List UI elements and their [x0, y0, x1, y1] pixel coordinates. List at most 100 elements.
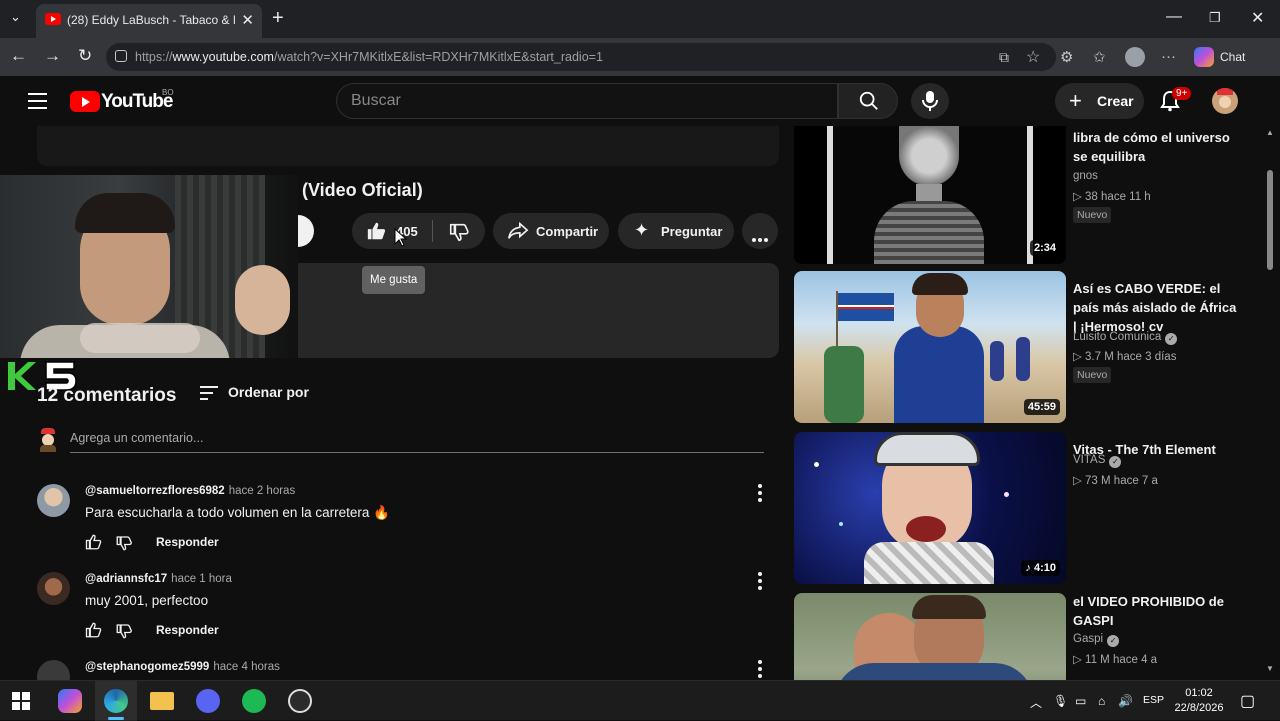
top-panel: [37, 126, 779, 166]
tab-close-icon[interactable]: ✕: [241, 11, 254, 29]
video-stats: ▷ 3.7 M hace 3 días: [1073, 351, 1177, 363]
recommendation-item[interactable]: ♪ 4:10 Vitas - The 7th Element VITAS ✓ ▷ …: [794, 432, 1254, 584]
tray-overflow-icon[interactable]: ︿: [1030, 694, 1042, 711]
thumbs-up-icon[interactable]: [366, 220, 388, 242]
channel-name[interactable]: VITAS ✓: [1073, 454, 1122, 468]
add-comment-input[interactable]: Agrega un comentario...: [70, 431, 203, 445]
sparkle-icon: ✦: [634, 220, 650, 240]
ask-button[interactable]: ✦ Preguntar: [618, 213, 734, 249]
recommendation-item[interactable]: el VIDEO PROHIBIDO de GASPI Gaspi ✓ ▷ 11 …: [794, 593, 1254, 680]
spotify-icon[interactable]: [242, 689, 266, 713]
video-duration: 45:59: [1023, 399, 1060, 415]
windows-start-icon[interactable]: [12, 692, 30, 710]
new-badge: Nuevo: [1073, 207, 1112, 223]
thumbs-up-icon[interactable]: [85, 621, 103, 639]
channel-name[interactable]: Luisito Comunica ✓: [1073, 331, 1178, 345]
video-title[interactable]: libra de cómo el universo se equilibra: [1073, 128, 1243, 166]
thumbs-down-icon[interactable]: [115, 534, 133, 552]
video-thumbnail[interactable]: 45:59: [794, 271, 1066, 423]
thumbs-up-icon[interactable]: [85, 533, 103, 551]
channel-name[interactable]: gnos: [1073, 170, 1098, 182]
youtube-logo-icon[interactable]: [70, 91, 100, 112]
search-box[interactable]: [336, 83, 838, 119]
create-button[interactable]: + Crear: [1055, 83, 1144, 119]
search-button[interactable]: [838, 83, 898, 119]
copilot-icon[interactable]: [1194, 47, 1214, 67]
browser-tab-bar: ⌄ (28) Eddy LaBusch - Tabaco & Ma ✕ + — …: [0, 0, 1280, 38]
new-tab-icon[interactable]: +: [272, 7, 284, 30]
scroll-down-arrow-icon[interactable]: ▼: [1266, 664, 1274, 673]
scrollbar-thumb[interactable]: [1267, 170, 1273, 270]
forward-icon[interactable]: →: [44, 46, 61, 66]
youtube-header: YouTube BO + Crear 9+: [0, 76, 1264, 126]
video-title[interactable]: el VIDEO PROHIBIDO de GASPI: [1073, 593, 1243, 630]
recommendation-item[interactable]: 2:34 libra de cómo el universo se equili…: [794, 126, 1254, 264]
tab-list-chevron-icon[interactable]: ⌄: [10, 9, 21, 25]
windows-taskbar: ︿ 🎙 ▭ ⌂ 🔊 ESP 01:02 22/8/2026 ▢: [0, 680, 1280, 721]
browser-tab[interactable]: (28) Eddy LaBusch - Tabaco & Ma ✕: [36, 4, 262, 38]
app-install-icon[interactable]: ⧉: [999, 49, 1009, 66]
window-close-icon[interactable]: ✕: [1251, 8, 1264, 28]
reload-icon[interactable]: ↻: [78, 46, 92, 66]
obs-icon[interactable]: [288, 689, 312, 713]
profile-avatar[interactable]: [1125, 47, 1145, 67]
comment-more-icon[interactable]: [756, 660, 764, 680]
channel-name[interactable]: Gaspi ✓: [1073, 633, 1120, 647]
restore-icon[interactable]: ❐: [1209, 10, 1221, 26]
recommendation-item[interactable]: 45:59 Así es CABO VERDE: el país más ais…: [794, 271, 1254, 423]
comment-avatar[interactable]: [37, 484, 70, 517]
minimize-icon[interactable]: —: [1166, 8, 1182, 26]
like-divider: [432, 220, 433, 242]
language-indicator[interactable]: ESP: [1143, 694, 1164, 706]
comment-author[interactable]: @adriannsfc17 hace 1 hora: [85, 573, 232, 585]
clock-date: 22/8/2026: [1174, 702, 1224, 714]
thumbs-down-icon[interactable]: [115, 622, 133, 640]
comment-author[interactable]: @stephanogomez5999 hace 4 horas: [85, 661, 280, 673]
voice-search-button[interactable]: [911, 83, 949, 119]
address-bar[interactable]: https://www.youtube.com/watch?v=XHr7MKit…: [106, 43, 1056, 71]
subscribe-button[interactable]: [298, 215, 314, 247]
hamburger-menu-icon[interactable]: [28, 93, 47, 109]
reply-button[interactable]: Responder: [156, 535, 219, 549]
video-title: (Video Oficial): [302, 180, 423, 200]
search-input[interactable]: [351, 92, 821, 110]
file-explorer-icon[interactable]: [150, 692, 174, 710]
scroll-up-arrow-icon[interactable]: ▲: [1266, 128, 1274, 137]
network-icon[interactable]: ⌂: [1098, 694, 1105, 708]
active-app-indicator: [95, 681, 137, 721]
reply-button[interactable]: Responder: [156, 623, 219, 637]
more-options-icon[interactable]: ···: [1161, 48, 1176, 65]
user-avatar[interactable]: [1212, 88, 1238, 114]
ask-label: Preguntar: [661, 224, 723, 239]
volume-icon[interactable]: 🔊: [1118, 694, 1133, 708]
video-thumbnail[interactable]: 2:34: [794, 126, 1066, 264]
extension-icon[interactable]: ⚙: [1060, 48, 1073, 66]
share-icon: [508, 221, 529, 239]
more-actions-button[interactable]: [742, 213, 778, 249]
notification-center-icon[interactable]: ▢: [1240, 691, 1255, 711]
clock[interactable]: 01:02 22/8/2026: [1170, 686, 1228, 716]
comment-more-icon[interactable]: [756, 572, 764, 592]
tray-mic-icon[interactable]: 🎙: [1053, 694, 1068, 708]
comment-more-icon[interactable]: [756, 484, 764, 504]
comment-item: @stephanogomez5999 hace 4 horas: [37, 660, 777, 680]
comment-avatar[interactable]: [37, 660, 70, 680]
clock-time: 01:02: [1185, 687, 1213, 699]
chat-label[interactable]: Chat: [1220, 50, 1245, 64]
site-info-icon[interactable]: [115, 50, 127, 62]
comment-author[interactable]: @samueltorrezflores6982 hace 2 horas: [85, 485, 295, 497]
back-icon[interactable]: ←: [10, 46, 27, 66]
share-button[interactable]: Compartir: [493, 213, 609, 249]
video-thumbnail[interactable]: [794, 593, 1066, 680]
video-title[interactable]: Así es CABO VERDE: el país más aislado d…: [1073, 279, 1243, 336]
bookmark-star-icon[interactable]: ☆: [1026, 47, 1040, 67]
my-avatar: [37, 428, 59, 452]
favorites-icon[interactable]: ✩: [1093, 48, 1106, 66]
comment-avatar[interactable]: [37, 572, 70, 605]
copilot-taskbar-icon[interactable]: [58, 689, 82, 713]
thumbs-down-icon[interactable]: [448, 221, 470, 243]
video-thumbnail[interactable]: ♪ 4:10: [794, 432, 1066, 584]
microphone-icon: [922, 91, 938, 111]
tray-app-icon[interactable]: ▭: [1075, 694, 1086, 708]
discord-icon[interactable]: [196, 689, 220, 713]
